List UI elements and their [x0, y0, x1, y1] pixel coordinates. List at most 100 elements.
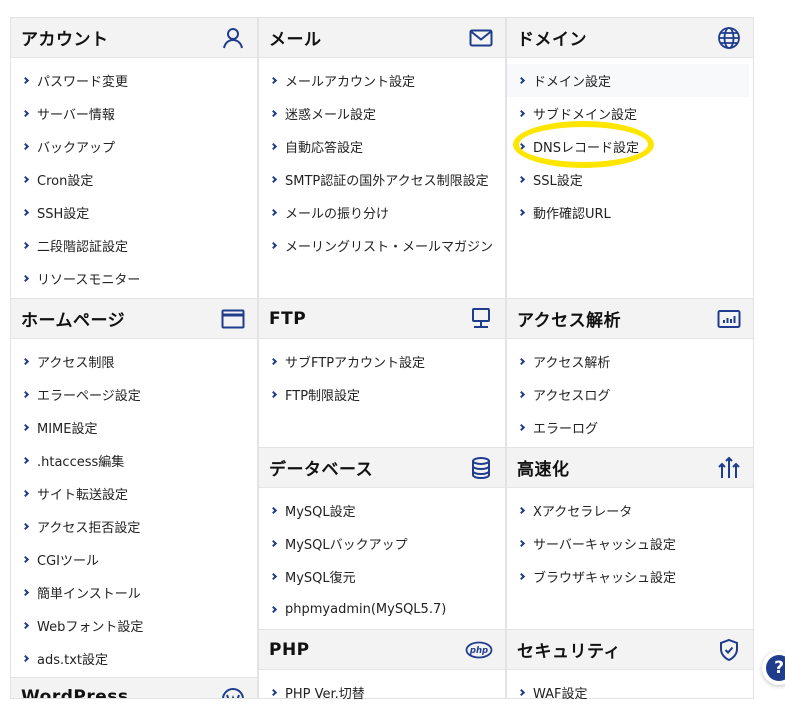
link-resource-monitor[interactable]: リソースモニター	[11, 262, 257, 295]
link-smtp-foreign-restriction[interactable]: SMTP認証の国外アクセス制限設定	[259, 163, 505, 196]
link-ssl[interactable]: SSL設定	[507, 163, 753, 196]
link-label: サブFTPアカウント設定	[285, 356, 426, 371]
panel-title-domain: ドメイン	[517, 30, 587, 50]
link-list-access-analysis: アクセス解析 アクセスログ エラーログ	[507, 339, 753, 444]
link-label: 迷惑メール設定	[285, 108, 377, 123]
link-label: アクセス解析	[533, 356, 611, 371]
panel-header-security: セキュリティ	[507, 630, 753, 670]
panel-title-access-analysis: アクセス解析	[517, 311, 622, 331]
panel-domain: ドメイン ドメイン設定 サブドメイン設定 DNSレコード設定 SSL設定 動作確…	[506, 17, 754, 299]
link-auto-reply[interactable]: 自動応答設定	[259, 130, 505, 163]
panel-title-speedup: 高速化	[517, 460, 570, 480]
link-phpmyadmin[interactable]: phpmyadmin(MySQL5.7)	[259, 593, 505, 626]
link-cgi-tools[interactable]: CGIツール	[11, 543, 257, 576]
link-label: サブドメイン設定	[533, 108, 638, 123]
link-label: MIME設定	[37, 422, 98, 437]
link-label: SMTP認証の国外アクセス制限設定	[285, 174, 489, 189]
link-sub-ftp-account[interactable]: サブFTPアカウント設定	[259, 345, 505, 378]
link-waf[interactable]: WAF設定	[507, 676, 753, 709]
link-label: サーバーキャッシュ設定	[533, 538, 676, 553]
link-ftp-restriction[interactable]: FTP制限設定	[259, 378, 505, 411]
link-subdomain[interactable]: サブドメイン設定	[507, 97, 753, 130]
link-easy-install[interactable]: 簡単インストール	[11, 576, 257, 609]
link-web-font[interactable]: Webフォント設定	[11, 609, 257, 642]
panel-header-account: アカウント	[11, 18, 257, 58]
link-htaccess[interactable]: .htaccess編集	[11, 444, 257, 477]
panel-header-ftp: FTP	[259, 299, 505, 339]
link-mysql-settings[interactable]: MySQL設定	[259, 494, 505, 527]
link-error-page[interactable]: エラーページ設定	[11, 378, 257, 411]
chevron-right-icon	[21, 241, 30, 250]
link-label: メールの振り分け	[285, 207, 390, 222]
link-access-deny[interactable]: アクセス拒否設定	[11, 510, 257, 543]
link-php-version[interactable]: PHP Ver.切替	[259, 676, 505, 709]
chevron-right-icon	[21, 555, 30, 564]
link-mysql-restore[interactable]: MySQL復元	[259, 560, 505, 593]
chevron-right-icon	[269, 175, 278, 184]
link-server-cache[interactable]: サーバーキャッシュ設定	[507, 527, 753, 560]
panel-header-domain: ドメイン	[507, 18, 753, 58]
panel-header-database: データベース	[259, 448, 505, 488]
link-ads-txt[interactable]: ads.txt設定	[11, 642, 257, 675]
link-dns-record[interactable]: DNSレコード設定	[507, 130, 753, 163]
link-label: .htaccess編集	[37, 455, 125, 470]
chevron-right-icon	[269, 109, 278, 118]
help-button[interactable]: ?	[762, 651, 785, 685]
link-label: Cron設定	[37, 174, 94, 189]
link-backup[interactable]: バックアップ	[11, 130, 257, 163]
panel-access-analysis: アクセス解析 アクセス解析 アクセスログ エラーログ	[506, 298, 754, 448]
link-list-php: PHP Ver.切替	[259, 670, 505, 709]
panel-account: アカウント パスワード変更 サーバー情報 バックアップ Cron設定 SSH設定…	[10, 17, 258, 299]
link-label: FTP制限設定	[285, 389, 361, 404]
panel-title-security: セキュリティ	[517, 642, 621, 662]
link-mail-account[interactable]: メールアカウント設定	[259, 64, 505, 97]
chevron-right-icon	[517, 506, 526, 515]
link-access-analysis[interactable]: アクセス解析	[507, 345, 753, 378]
link-ssh[interactable]: SSH設定	[11, 196, 257, 229]
link-label: 二段階認証設定	[37, 240, 129, 255]
chevron-right-icon	[269, 357, 278, 366]
panel-header-speedup: 高速化	[507, 448, 753, 488]
link-list-speedup: Xアクセラレータ サーバーキャッシュ設定 ブラウザキャッシュ設定	[507, 488, 753, 593]
link-error-log[interactable]: エラーログ	[507, 411, 753, 444]
link-browser-cache[interactable]: ブラウザキャッシュ設定	[507, 560, 753, 593]
link-access-log[interactable]: アクセスログ	[507, 378, 753, 411]
panel-ftp: FTP サブFTPアカウント設定 FTP制限設定	[258, 298, 506, 448]
link-spam[interactable]: 迷惑メール設定	[259, 97, 505, 130]
chevron-right-icon	[517, 208, 526, 217]
link-domain-settings[interactable]: ドメイン設定	[507, 64, 749, 97]
chevron-right-icon	[21, 621, 30, 630]
php-icon: php	[465, 638, 493, 662]
link-label: エラーページ設定	[37, 389, 141, 404]
link-server-info[interactable]: サーバー情報	[11, 97, 257, 130]
chevron-right-icon	[269, 390, 278, 399]
panel-php: PHP php PHP Ver.切替	[258, 629, 506, 702]
panel-wordpress: WordPress	[10, 677, 258, 699]
link-x-accelerator[interactable]: Xアクセラレータ	[507, 494, 753, 527]
panel-title-wordpress: WordPress	[21, 687, 129, 699]
monitor-icon	[469, 307, 493, 331]
link-mysql-backup[interactable]: MySQLバックアップ	[259, 527, 505, 560]
link-label: メーリングリスト・メールマガジン	[285, 240, 494, 255]
link-label: SSL設定	[533, 174, 583, 189]
globe-icon	[717, 26, 741, 50]
link-two-factor[interactable]: 二段階認証設定	[11, 229, 257, 262]
link-cron[interactable]: Cron設定	[11, 163, 257, 196]
link-label: メールアカウント設定	[285, 75, 416, 90]
link-label: PHP Ver.切替	[285, 687, 365, 702]
link-password-change[interactable]: パスワード変更	[11, 64, 257, 97]
link-test-url[interactable]: 動作確認URL	[507, 196, 753, 229]
link-site-redirect[interactable]: サイト転送設定	[11, 477, 257, 510]
link-list-security: WAF設定	[507, 670, 753, 709]
bar-chart-icon	[717, 307, 741, 331]
php-icon-text: php	[469, 646, 488, 656]
link-mailing-list[interactable]: メーリングリスト・メールマガジン	[259, 229, 505, 262]
link-mail-filter[interactable]: メールの振り分け	[259, 196, 505, 229]
chevron-right-icon	[269, 539, 278, 548]
link-mime[interactable]: MIME設定	[11, 411, 257, 444]
link-label: ads.txt設定	[37, 653, 109, 668]
link-access-restriction[interactable]: アクセス制限	[11, 345, 257, 378]
link-label: リソースモニター	[37, 273, 141, 288]
link-label: WAF設定	[533, 687, 588, 702]
chevron-right-icon	[21, 588, 30, 597]
